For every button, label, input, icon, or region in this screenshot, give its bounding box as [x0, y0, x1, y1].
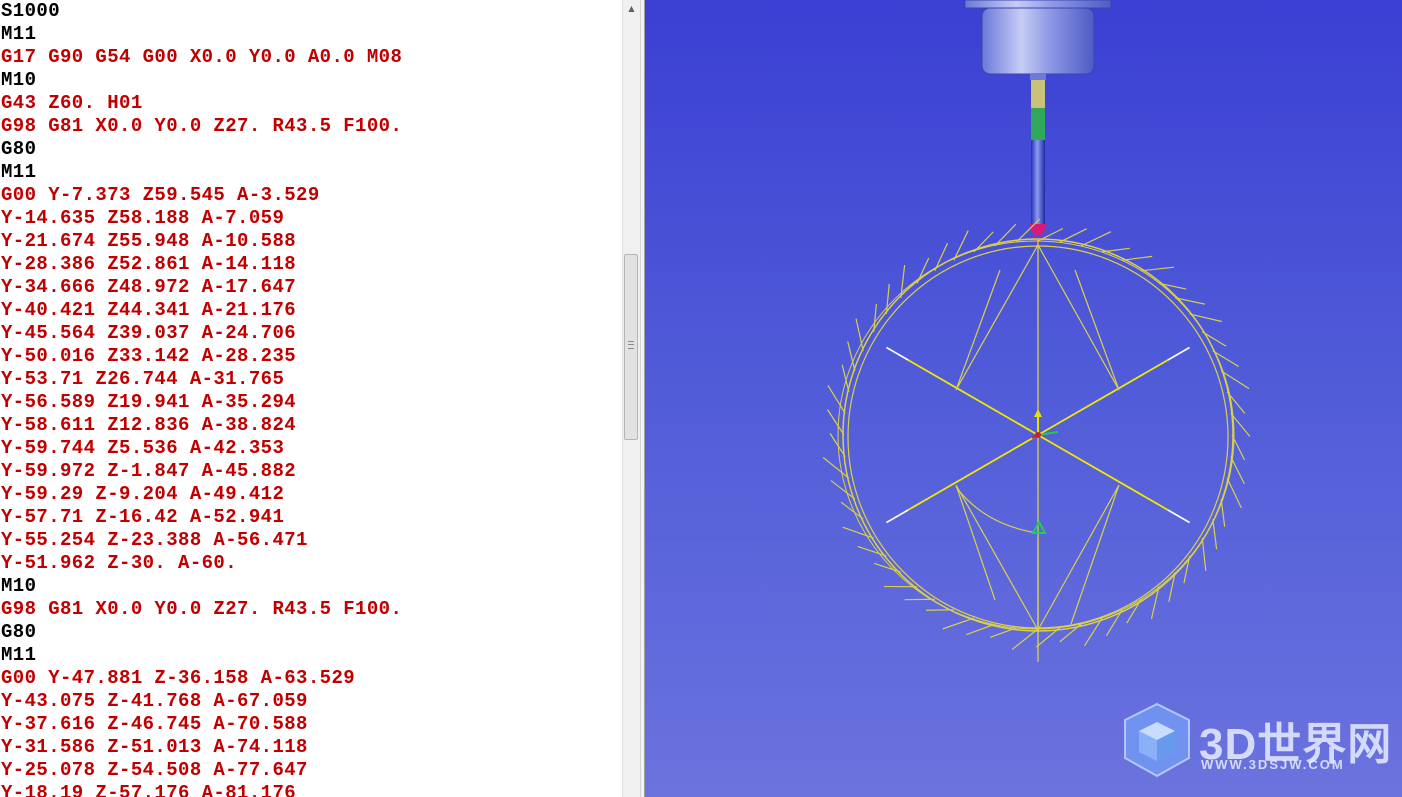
- code-line[interactable]: G00 Y-7.373 Z59.545 A-3.529: [1, 184, 402, 207]
- tool-tip: [1029, 224, 1047, 234]
- vertical-scrollbar[interactable]: ▲: [622, 0, 640, 797]
- lower-left-arc-segment: [955, 484, 1039, 631]
- feed-tick: [973, 231, 994, 253]
- upper-left-arc-segment: [955, 244, 1039, 391]
- code-line[interactable]: Y-59.29 Z-9.204 A-49.412: [1, 483, 402, 506]
- code-line[interactable]: Y-31.586 Z-51.013 A-74.118: [1, 736, 402, 759]
- code-line[interactable]: M11: [1, 161, 402, 184]
- drill-tool: [1029, 80, 1047, 243]
- code-line[interactable]: Y-34.666 Z48.972 A-17.647: [1, 276, 402, 299]
- code-line[interactable]: Y-55.254 Z-23.388 A-56.471: [1, 529, 402, 552]
- feed-tick: [1101, 247, 1130, 253]
- code-line[interactable]: Y-21.674 Z55.948 A-10.588: [1, 230, 402, 253]
- origin-marker: [1035, 432, 1041, 438]
- code-line[interactable]: G80: [1, 621, 402, 644]
- feed-tick: [827, 384, 846, 414]
- scroll-thumb[interactable]: [624, 254, 638, 440]
- code-lines: S1000 M11 G17 G90 G54 G00 X0.0 Y0.0 A0.0 M…: [1, 0, 402, 797]
- toolpath: [822, 218, 1251, 662]
- feed-tick: [1212, 519, 1218, 550]
- code-line[interactable]: S1000: [1, 0, 402, 23]
- scroll-up-arrow-icon[interactable]: ▲: [623, 0, 640, 17]
- watermark-url: WWW.3DSJW.COM: [1201, 757, 1345, 772]
- code-line[interactable]: Y-56.589 Z19.941 A-35.294: [1, 391, 402, 414]
- code-line[interactable]: M10: [1, 69, 402, 92]
- code-line[interactable]: G98 G81 X0.0 Y0.0 Z27. R43.5 F100.: [1, 115, 402, 138]
- feed-tick: [916, 257, 930, 284]
- rapid-move-segment: [886, 509, 909, 524]
- code-line[interactable]: Y-45.564 Z39.037 A-24.706: [1, 322, 402, 345]
- diagonal-spoke: [907, 434, 1039, 511]
- rapid-move-segment: [1167, 509, 1190, 524]
- feed-tick: [841, 364, 850, 392]
- code-line[interactable]: Y-57.71 Z-16.42 A-52.941: [1, 506, 402, 529]
- diagonal-spoke: [1037, 434, 1169, 511]
- diagonal-spoke: [907, 359, 1039, 436]
- feed-tick: [1201, 331, 1227, 347]
- feed-tick: [827, 409, 845, 436]
- feed-tick: [1226, 477, 1242, 509]
- code-line[interactable]: M11: [1, 23, 402, 46]
- code-line[interactable]: G17 G90 G54 G00 X0.0 Y0.0 A0.0 M08: [1, 46, 402, 69]
- 3d-simulation-viewport[interactable]: 3D世界网 WWW.3DSJW.COM: [645, 0, 1402, 797]
- tool-holder: [964, 0, 1112, 80]
- code-line[interactable]: G98 G81 X0.0 Y0.0 Z27. R43.5 F100.: [1, 598, 402, 621]
- lower-arc: [955, 486, 1039, 534]
- code-line[interactable]: Y-25.078 Z-54.508 A-77.647: [1, 759, 402, 782]
- code-line[interactable]: Y-50.016 Z33.142 A-28.235: [1, 345, 402, 368]
- start-point-marker: [1031, 519, 1047, 534]
- code-line[interactable]: G00 Y-47.881 Z-36.158 A-63.529: [1, 667, 402, 690]
- code-line[interactable]: M11: [1, 644, 402, 667]
- feed-tick: [1011, 628, 1039, 650]
- diagonal-spoke: [1037, 359, 1169, 436]
- feed-tick: [934, 243, 949, 271]
- code-line[interactable]: Y-28.386 Z52.861 A-14.118: [1, 253, 402, 276]
- z-axis-arrow-icon: [1034, 409, 1042, 417]
- code-line[interactable]: Y-58.611 Z12.836 A-38.824: [1, 414, 402, 437]
- feed-tick: [1212, 350, 1239, 368]
- code-line[interactable]: Y-51.962 Z-30. A-60.: [1, 552, 402, 575]
- scroll-grip-icon: [628, 341, 634, 349]
- code-line[interactable]: G80: [1, 138, 402, 161]
- code-line[interactable]: Y-59.972 Z-1.847 A-45.882: [1, 460, 402, 483]
- code-line[interactable]: Y-40.421 Z44.341 A-21.176: [1, 299, 402, 322]
- tool-collar: [1031, 80, 1045, 108]
- feed-tick: [847, 341, 856, 372]
- feed-tick: [1059, 228, 1088, 243]
- work-coordinate-axes: [1031, 409, 1059, 439]
- code-line[interactable]: G43 Z60. H01: [1, 92, 402, 115]
- toolpath-scene: [822, 0, 1251, 662]
- code-line[interactable]: Y-43.075 Z-41.768 A-67.059: [1, 690, 402, 713]
- code-line[interactable]: Y-37.616 Z-46.745 A-70.588: [1, 713, 402, 736]
- code-line[interactable]: Y-18.19 Z-57.176 A-81.176: [1, 782, 402, 797]
- rapid-move-segment: [886, 346, 909, 361]
- tool-flute-band: [1031, 108, 1045, 140]
- code-line[interactable]: Y-53.71 Z26.744 A-31.765: [1, 368, 402, 391]
- code-line[interactable]: Y-14.635 Z58.188 A-7.059: [1, 207, 402, 230]
- gcode-editor[interactable]: S1000 M11 G17 G90 G54 G00 X0.0 Y0.0 A0.0 M…: [0, 0, 622, 797]
- feed-tick: [989, 627, 1017, 638]
- watermark: 3D世界网 WWW.3DSJW.COM: [1117, 700, 1391, 780]
- feed-tick: [966, 623, 996, 636]
- feed-tick: [1141, 266, 1175, 272]
- 3d-cube-logo-icon: [1124, 702, 1190, 778]
- feed-tick: [942, 617, 975, 630]
- lower-right-arc-segment: [1037, 484, 1120, 631]
- feed-tick: [1080, 231, 1112, 247]
- feed-tick: [857, 545, 887, 557]
- feed-tick: [1126, 598, 1142, 624]
- code-line[interactable]: Y-59.744 Z5.536 A-42.353: [1, 437, 402, 460]
- feed-tick: [1230, 456, 1245, 485]
- feed-tick: [1122, 255, 1153, 261]
- feed-tick: [1201, 538, 1207, 572]
- upper-right-arc-segment: [1037, 244, 1120, 391]
- rapid-move-segment: [1167, 346, 1190, 361]
- feed-tick: [1220, 498, 1226, 527]
- code-line[interactable]: M10: [1, 575, 402, 598]
- tool-shank: [1031, 140, 1045, 224]
